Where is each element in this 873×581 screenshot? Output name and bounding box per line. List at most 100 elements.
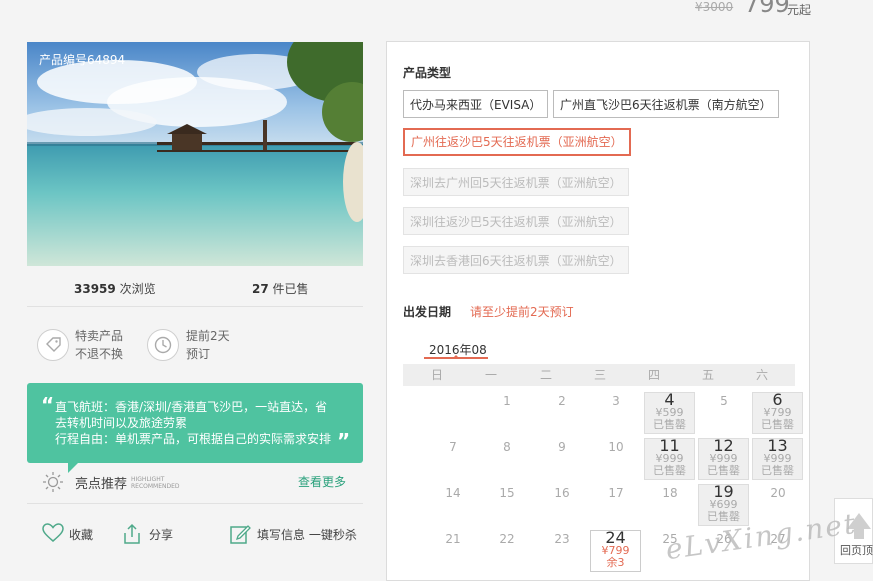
calendar-day: 10 xyxy=(590,440,642,454)
calendar-day-soldout: 13 ¥999 已售罄 xyxy=(752,438,803,480)
day-number: 21 xyxy=(445,532,461,546)
day-status: 已售罄 xyxy=(653,418,686,431)
divider xyxy=(27,503,363,504)
calendar-day: 14 xyxy=(427,486,479,500)
calendar-day: 20 xyxy=(752,486,804,500)
departure-hint: 请至少提前2天预订 xyxy=(470,305,574,319)
calendar-day-soldout: 4 ¥599 已售罄 xyxy=(644,392,695,434)
day-number: 1 xyxy=(503,394,511,408)
day-number: 11 xyxy=(659,436,680,455)
day-status: 已售罄 xyxy=(761,464,794,477)
highlight-en-line: RECOMMENDED xyxy=(131,483,180,490)
back-to-top-label[interactable]: 回页顶 xyxy=(840,542,873,558)
day-number: 4 xyxy=(664,390,675,409)
day-status: 已售罄 xyxy=(707,510,740,523)
weekday: 日 xyxy=(430,368,443,382)
day-number: 16 xyxy=(554,486,570,500)
calendar-day-soldout: 11 ¥999 已售罄 xyxy=(644,438,695,480)
heart-icon[interactable] xyxy=(42,523,64,547)
day-number: 12 xyxy=(713,436,734,455)
departure-title: 出发日期 xyxy=(403,305,452,319)
day-number: 17 xyxy=(608,486,624,500)
product-type-option[interactable]: 代办马来西亚（EVISA） xyxy=(403,90,549,118)
calendar-day: 5 xyxy=(698,394,750,408)
price-unit: 元起 xyxy=(787,3,812,17)
quote-close-icon: ” xyxy=(337,429,351,453)
edit-icon[interactable] xyxy=(229,523,251,549)
calendar-day: 3 xyxy=(590,394,642,408)
feature-line: 预订 xyxy=(186,347,211,361)
calendar-day: 9 xyxy=(536,440,588,454)
sun-icon xyxy=(42,471,64,497)
day-number: 3 xyxy=(612,394,620,408)
calendar-day: 15 xyxy=(481,486,533,500)
day-number: 19 xyxy=(713,482,734,501)
product-type-option[interactable]: 广州直飞沙巴6天往返机票（南方航空） xyxy=(553,90,779,118)
weekday: 四 xyxy=(647,368,660,382)
day-number: 2 xyxy=(558,394,566,408)
product-type-option-disabled: 深圳往返沙巴5天往返机票（亚洲航空） xyxy=(403,207,629,235)
day-number: 10 xyxy=(608,440,624,454)
sold-label: 件已售 xyxy=(272,282,309,296)
weekday: 六 xyxy=(755,368,768,382)
day-number: 22 xyxy=(499,532,515,546)
weekday-header: 日 一 二 三 四 五 六 xyxy=(403,364,795,386)
weekday: 三 xyxy=(593,368,606,382)
product-code: 产品编号64894 xyxy=(39,53,126,67)
calendar-day-soldout: 19 ¥699 已售罄 xyxy=(698,484,749,526)
view-more-link[interactable]: 查看更多 xyxy=(298,473,346,490)
tag-icon xyxy=(37,329,69,361)
calendar-day: 23 xyxy=(536,532,588,546)
fill-info-button[interactable]: 填写信息 一键秒杀 xyxy=(257,526,357,543)
day-number: 8 xyxy=(503,440,511,454)
calendar-day: 22 xyxy=(481,532,533,546)
share-button[interactable]: 分享 xyxy=(149,526,173,543)
calendar-day-available[interactable]: 24 ¥799 余3 xyxy=(590,530,641,572)
day-number: 18 xyxy=(662,486,678,500)
highlight-label-en: HIGHLIGHT RECOMMENDED xyxy=(131,476,180,490)
day-status: 余3 xyxy=(606,556,625,569)
month-arrow-icon xyxy=(452,355,460,359)
day-status: 已售罄 xyxy=(653,464,686,477)
day-number: 6 xyxy=(772,390,783,409)
divider xyxy=(27,306,363,307)
highlight-tail xyxy=(68,463,78,473)
feature-special-sale: 特卖产品 不退不换 xyxy=(75,327,123,363)
day-number: 15 xyxy=(499,486,515,500)
feature-line: 不退不换 xyxy=(75,347,124,361)
feature-line: 特卖产品 xyxy=(75,329,124,343)
current-price: 799 xyxy=(744,0,790,18)
weekday: 二 xyxy=(539,368,552,382)
favorite-button[interactable]: 收藏 xyxy=(69,526,93,543)
product-type-option-disabled: 深圳去香港回6天往返机票（亚洲航空） xyxy=(403,246,629,274)
day-number: 13 xyxy=(767,436,788,455)
calendar-day: 1 xyxy=(481,394,533,408)
feature-advance-booking: 提前2天 预订 xyxy=(186,327,230,363)
share-icon[interactable] xyxy=(121,523,143,549)
calendar-day: 21 xyxy=(427,532,479,546)
weekday: 五 xyxy=(701,368,714,382)
feature-line: 提前2天 xyxy=(186,329,230,343)
product-photo[interactable] xyxy=(27,42,363,266)
day-status: 已售罄 xyxy=(761,418,794,431)
calendar-day: 18 xyxy=(644,486,696,500)
sold-count: 27 xyxy=(252,282,269,296)
day-number: 7 xyxy=(449,440,457,454)
calendar-day: 2 xyxy=(536,394,588,408)
highlight-label: 亮点推荐 xyxy=(75,477,128,492)
highlight-line: 行程自由：单机票产品，可根据自己的实际需求安排 xyxy=(55,432,332,446)
calendar-day: 17 xyxy=(590,486,642,500)
day-number: 23 xyxy=(554,532,570,546)
highlight-line: 直飞航班：香港/深圳/香港直飞沙巴，一站直达，省 xyxy=(55,400,328,414)
product-type-option-selected[interactable]: 广州往返沙巴5天往返机票（亚洲航空） xyxy=(403,128,631,156)
calendar-day: 16 xyxy=(536,486,588,500)
day-number: 5 xyxy=(720,394,728,408)
product-type-title: 产品类型 xyxy=(403,66,452,80)
day-number: 14 xyxy=(445,486,461,500)
calendar-day-soldout: 12 ¥999 已售罄 xyxy=(698,438,749,480)
day-status: 已售罄 xyxy=(707,464,740,477)
day-number: 20 xyxy=(770,486,786,500)
views-stat: 33959 次浏览 xyxy=(74,280,156,297)
day-number: 9 xyxy=(558,440,566,454)
calendar-day-soldout: 6 ¥799 已售罄 xyxy=(752,392,803,434)
